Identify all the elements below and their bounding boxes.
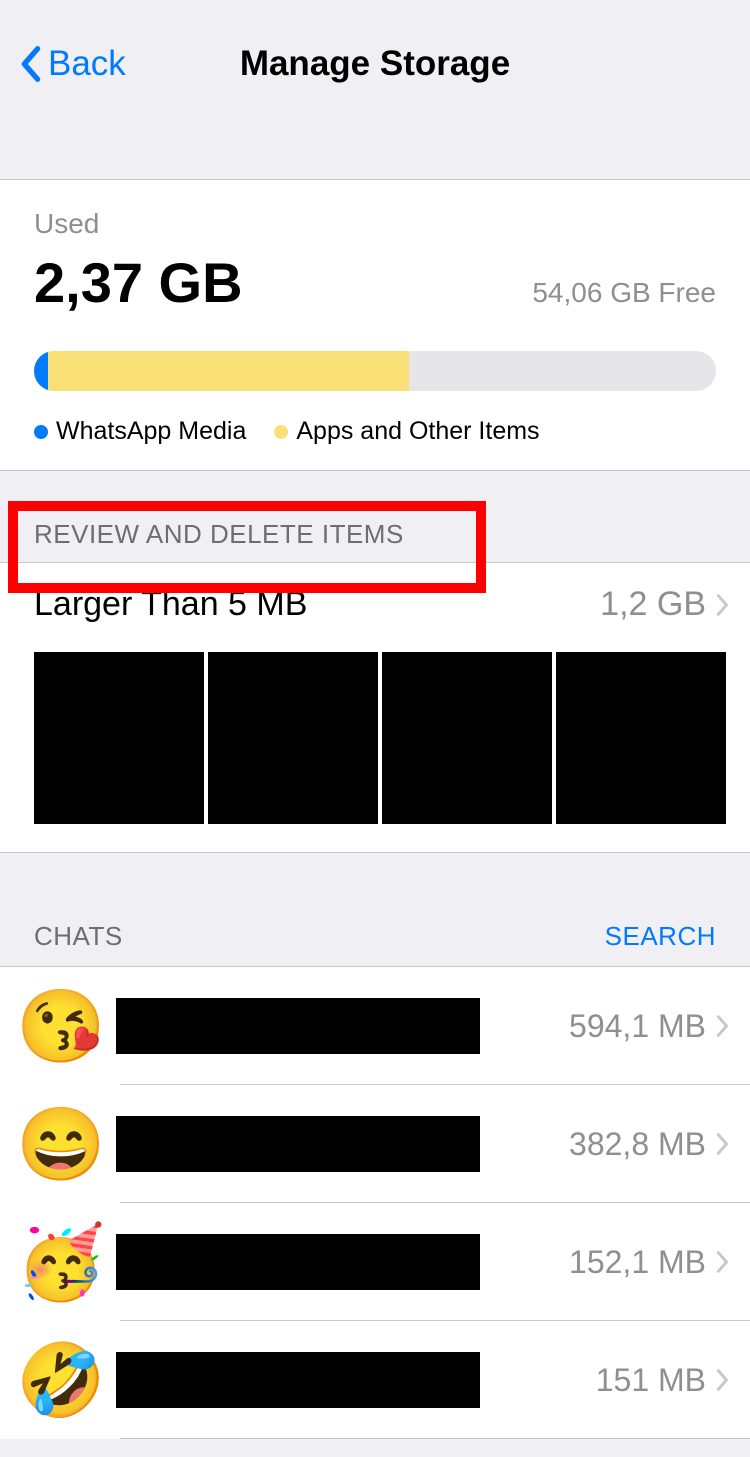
header: Back Manage Storage [0, 0, 750, 180]
chat-avatar: 😄 [20, 1103, 102, 1185]
chats-section-header: CHATS SEARCH [0, 853, 750, 967]
chat-row[interactable]: 🤣 151 MB [0, 1321, 750, 1439]
chat-row[interactable]: 😘 594,1 MB [0, 967, 750, 1085]
chevron-right-icon [716, 1132, 730, 1156]
legend-apps: Apps and Other Items [274, 417, 539, 446]
used-value: 2,37 GB [34, 250, 243, 315]
media-thumbnails [34, 652, 730, 824]
chat-avatar: 🥳 [20, 1221, 102, 1303]
storage-segment-apps [48, 351, 409, 391]
media-thumbnail[interactable] [382, 652, 552, 824]
chat-size: 382,8 MB [569, 1126, 706, 1163]
search-button[interactable]: SEARCH [605, 921, 716, 952]
legend-media: WhatsApp Media [34, 417, 246, 446]
media-thumbnail[interactable] [208, 652, 378, 824]
chevron-right-icon [716, 1368, 730, 1392]
review-section-header: REVIEW AND DELETE ITEMS [0, 471, 750, 562]
chat-size: 152,1 MB [569, 1244, 706, 1281]
chat-avatar: 🤣 [20, 1339, 102, 1421]
storage-panel: Used 2,37 GB 54,06 GB Free WhatsApp Medi… [0, 180, 750, 471]
used-label: Used [34, 208, 716, 240]
chat-name-redacted [116, 1352, 480, 1408]
media-thumbnail[interactable] [556, 652, 726, 824]
chat-name-redacted [116, 998, 480, 1054]
page-title: Manage Storage [0, 44, 750, 84]
storage-legend: WhatsApp Media Apps and Other Items [34, 417, 716, 446]
chevron-right-icon [716, 1250, 730, 1274]
chat-name-redacted [116, 1116, 480, 1172]
review-section-title: REVIEW AND DELETE ITEMS [34, 519, 404, 549]
media-thumbnail[interactable] [34, 652, 204, 824]
chat-list: 😘 594,1 MB 😄 382,8 MB 🥳 152,1 MB 🤣 151 M… [0, 967, 750, 1439]
larger-than-label: Larger Than 5 MB [34, 585, 307, 624]
dot-icon [34, 425, 48, 439]
free-value: 54,06 GB Free [532, 277, 716, 309]
storage-segment-media [34, 351, 48, 391]
chat-name-redacted [116, 1234, 480, 1290]
dot-icon [274, 425, 288, 439]
larger-than-size: 1,2 GB [600, 585, 706, 624]
chats-label: CHATS [34, 921, 123, 952]
chat-row[interactable]: 🥳 152,1 MB [0, 1203, 750, 1321]
chevron-right-icon [716, 1014, 730, 1038]
legend-apps-label: Apps and Other Items [296, 417, 539, 446]
chevron-right-icon [716, 593, 730, 617]
storage-bar [34, 351, 716, 391]
chat-row[interactable]: 😄 382,8 MB [0, 1085, 750, 1203]
larger-than-row[interactable]: Larger Than 5 MB 1,2 GB [0, 562, 750, 853]
chat-avatar: 😘 [20, 985, 102, 1067]
chat-size: 594,1 MB [569, 1008, 706, 1045]
legend-media-label: WhatsApp Media [56, 417, 246, 446]
chat-size: 151 MB [596, 1362, 706, 1399]
